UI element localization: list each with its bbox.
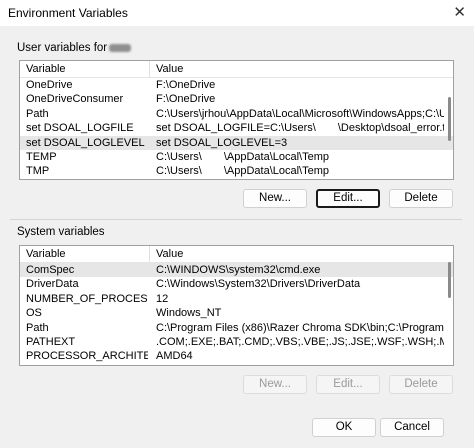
system-edit-button[interactable]: Edit... xyxy=(316,375,380,394)
user-variables-label-text: User variables for xyxy=(17,42,108,54)
variable-name: set DSOAL_LOGLEVEL xyxy=(26,136,145,149)
close-icon[interactable]: ✕ xyxy=(453,3,466,21)
title-bar: Environment Variables ✕ xyxy=(0,0,474,26)
variable-value: F:\OneDrive xyxy=(156,93,216,106)
variable-name: TEMP xyxy=(26,150,57,163)
variable-name: PATHEXT xyxy=(26,335,76,348)
variable-name: Path xyxy=(26,321,49,334)
table-row[interactable]: TMP C:\Users\ \AppData\Local\Temp xyxy=(20,164,453,178)
user-variables-list[interactable]: Variable Value OneDrive F:\OneDrive OneDr… xyxy=(19,60,454,180)
variable-value: C:\Users\ \AppData\Local\Temp xyxy=(156,165,330,178)
variable-name: NUMBER_OF_PROCESSORS xyxy=(26,292,148,305)
variable-value: C:\Windows\System32\Drivers\DriverData xyxy=(156,278,361,291)
table-row[interactable]: OneDrive F:\OneDrive xyxy=(20,78,453,92)
column-separator[interactable] xyxy=(149,246,150,262)
variable-value: 12 xyxy=(156,292,169,305)
table-row[interactable]: set DSOAL_LOGFILE set DSOAL_LOGFILE=C:\Us… xyxy=(20,121,453,135)
variable-value: C:\Program Files (x86)\Razer Chroma SDK\… xyxy=(156,321,444,334)
variable-value: F:\OneDrive xyxy=(156,79,216,91)
user-variables-rows: OneDrive F:\OneDrive OneDriveConsumer F:\O… xyxy=(20,78,453,179)
system-variables-label: System variables xyxy=(17,226,105,238)
variable-name: TMP xyxy=(26,165,50,178)
column-variable[interactable]: Variable xyxy=(26,63,66,75)
column-value[interactable]: Value xyxy=(156,63,183,75)
list-header: Variable Value xyxy=(20,61,453,78)
variable-name: PROCESSOR_ARCHITECTURE xyxy=(26,350,148,363)
table-row[interactable]: Path C:\Users\jrhou\AppData\Local\Microso… xyxy=(20,107,453,121)
user-new-button[interactable]: New... xyxy=(243,189,307,208)
list-header: Variable Value xyxy=(20,246,453,263)
variable-name: ComSpec xyxy=(26,264,75,276)
user-edit-button[interactable]: Edit... xyxy=(316,189,380,208)
variable-value: AMD64 xyxy=(156,350,193,363)
redacted-username xyxy=(109,43,132,52)
variable-name: OS xyxy=(26,307,42,320)
variable-value: Windows_NT xyxy=(156,307,222,320)
variable-value: set DSOAL_LOGLEVEL=3 xyxy=(156,136,288,149)
table-row[interactable]: OS Windows_NT xyxy=(20,306,453,320)
variable-name: OneDriveConsumer xyxy=(26,93,124,106)
variable-value: .COM;.EXE;.BAT;.CMD;.VBS;.VBE;.JS;.JSE;.… xyxy=(156,335,444,348)
table-row-selected[interactable]: set DSOAL_LOGLEVEL set DSOAL_LOGLEVEL=3 xyxy=(20,135,453,150)
vertical-scrollbar[interactable] xyxy=(448,262,451,298)
table-row[interactable]: DriverData C:\Windows\System32\Drivers\Dr… xyxy=(20,277,453,291)
column-separator[interactable] xyxy=(149,61,150,77)
variable-name: OneDrive xyxy=(26,79,73,91)
system-variables-rows: ComSpec C:\WINDOWS\system32\cmd.exe Drive… xyxy=(20,263,453,364)
system-new-button[interactable]: New... xyxy=(243,375,307,394)
column-value[interactable]: Value xyxy=(156,248,183,260)
table-row[interactable]: PROCESSOR_ARCHITECTURE AMD64 xyxy=(20,349,453,363)
variable-value: set DSOAL_LOGFILE=C:\Users\ \Desktop\dso… xyxy=(156,122,444,135)
variable-value: C:\WINDOWS\system32\cmd.exe xyxy=(156,264,321,276)
variable-name: Path xyxy=(26,107,49,120)
table-row[interactable]: NUMBER_OF_PROCESSORS 12 xyxy=(20,292,453,306)
table-row[interactable]: OneDriveConsumer F:\OneDrive xyxy=(20,92,453,106)
user-variables-label: User variables for xyxy=(17,42,132,54)
system-delete-button[interactable]: Delete xyxy=(389,375,453,394)
variable-value: C:\Users\ \AppData\Local\Temp xyxy=(156,150,330,163)
window-title: Environment Variables xyxy=(8,6,128,20)
variable-name: set DSOAL_LOGFILE xyxy=(26,122,134,135)
table-row[interactable]: TEMP C:\Users\ \AppData\Local\Temp xyxy=(20,150,453,164)
user-delete-button[interactable]: Delete xyxy=(389,189,453,208)
table-row[interactable]: Path C:\Program Files (x86)\Razer Chroma … xyxy=(20,321,453,335)
variable-value: C:\Users\jrhou\AppData\Local\Microsoft\W… xyxy=(156,107,444,120)
system-variables-list[interactable]: Variable Value ComSpec C:\WINDOWS\system3… xyxy=(19,245,454,366)
table-row-selected[interactable]: ComSpec C:\WINDOWS\system32\cmd.exe xyxy=(20,263,453,278)
column-variable[interactable]: Variable xyxy=(26,248,66,260)
cancel-button[interactable]: Cancel xyxy=(380,418,444,437)
table-row[interactable]: PATHEXT .COM;.EXE;.BAT;.CMD;.VBS;.VBE;.JS… xyxy=(20,335,453,349)
group-divider xyxy=(10,219,462,220)
ok-button[interactable]: OK xyxy=(312,418,376,437)
vertical-scrollbar[interactable] xyxy=(448,97,451,141)
variable-name: DriverData xyxy=(26,278,79,291)
